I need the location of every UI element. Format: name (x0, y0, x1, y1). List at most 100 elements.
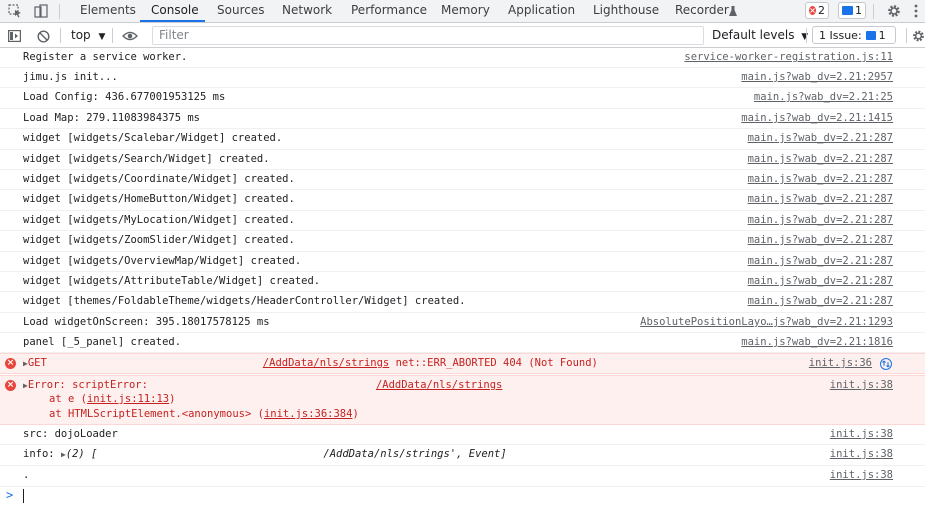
sidebar-toggle-icon[interactable] (6, 25, 22, 47)
source-link[interactable]: main.js?wab_dv=2.21:1816 (741, 336, 893, 348)
console-row: . init.js:38 (0, 466, 925, 487)
console-message: jimu.js init... (23, 71, 118, 83)
source-link[interactable]: AbsolutePositionLayo…js?wab_dv=2.21:1293 (640, 316, 893, 328)
source-link[interactable]: init.js:36 (809, 357, 872, 369)
tab-sources[interactable]: Sources (217, 0, 264, 22)
tab-lighthouse[interactable]: Lighthouse (593, 0, 659, 22)
context-label: top (71, 28, 91, 42)
clear-console-icon[interactable] (34, 25, 52, 47)
toolbar-separator (806, 28, 807, 43)
console-row: Load Map: 279.11083984375 ms main.js?wab_… (0, 109, 925, 129)
console-message: widget [widgets/MyLocation/Widget] creat… (23, 214, 295, 226)
source-link[interactable]: main.js?wab_dv=2.21:287 (748, 295, 893, 307)
console-message: widget [widgets/OverviewMap/Widget] crea… (23, 255, 302, 267)
gear-icon[interactable] (884, 0, 904, 22)
stack-frame-text: at HTMLScriptElement.<anonymous> ( (49, 408, 264, 420)
error-icon: × (809, 6, 816, 15)
error-title: Error: scriptError: (27, 379, 148, 391)
errors-count: 2 (818, 4, 825, 17)
inspect-element-icon[interactable] (6, 0, 24, 22)
device-toolbar-icon[interactable] (32, 0, 50, 22)
issues-button[interactable]: 1 Issue: 1 (812, 26, 896, 44)
source-link[interactable]: main.js?wab_dv=2.21:287 (748, 255, 893, 267)
console-message: Load Config: 436.677001953125 ms (23, 91, 226, 103)
live-expression-eye-icon[interactable] (120, 25, 140, 47)
tab-network[interactable]: Network (282, 0, 332, 22)
console-message[interactable]: ▶GET/AddData/nls/strings net::ERR_ABORTE… (23, 357, 598, 369)
error-icon: × (5, 380, 16, 391)
source-link[interactable]: main.js?wab_dv=2.21:287 (748, 173, 893, 185)
tab-elements[interactable]: Elements (80, 0, 136, 22)
console-message: src: dojoLoader (23, 428, 118, 440)
stack-frame: at e (init.js:11:13) (49, 393, 175, 405)
context-selector[interactable]: top ▼ (71, 27, 105, 44)
console-message: widget [widgets/Scalebar/Widget] created… (23, 132, 283, 144)
tab-application[interactable]: Application (508, 0, 575, 22)
source-link[interactable]: main.js?wab_dv=2.21:287 (748, 193, 893, 205)
log-levels-dropdown[interactable]: Default levels ▼ (712, 27, 808, 44)
console-message: widget [widgets/Search/Widget] created. (23, 153, 270, 165)
error-icon: × (5, 358, 16, 369)
source-link[interactable]: main.js?wab_dv=2.21:287 (748, 214, 893, 226)
stack-frame-link[interactable]: init.js:11:13 (87, 393, 169, 405)
console-row: widget [widgets/Search/Widget] created. m… (0, 150, 925, 170)
error-url[interactable]: /AddData/nls/strings (376, 379, 502, 391)
console-message: widget [widgets/Coordinate/Widget] creat… (23, 173, 295, 185)
tab-console[interactable]: Console (151, 0, 199, 22)
more-options-icon[interactable] (910, 0, 922, 22)
console-row: panel [_5_panel] created. main.js?wab_dv=… (0, 333, 925, 353)
tab-memory[interactable]: Memory (441, 0, 490, 22)
console-message: Register a service worker. (23, 51, 188, 63)
tab-recorder[interactable]: Recorder (675, 0, 729, 22)
console-settings-gear-icon[interactable] (912, 25, 925, 47)
console-row: widget [widgets/Scalebar/Widget] created… (0, 129, 925, 150)
console-input-cursor[interactable] (23, 489, 24, 503)
source-link[interactable]: init.js:38 (830, 428, 893, 440)
console-row: Load Config: 436.677001953125 ms main.js?… (0, 88, 925, 109)
message-prefix: info: (23, 448, 61, 460)
toolbar-separator (60, 28, 61, 43)
message-icon (842, 6, 853, 15)
stack-frame-text: at e ( (49, 393, 87, 405)
source-link[interactable]: main.js?wab_dv=2.21:287 (748, 275, 893, 287)
log-levels-label: Default levels (712, 28, 795, 42)
dropdown-arrow-icon: ▼ (801, 32, 809, 42)
stack-frame: at HTMLScriptElement.<anonymous> (init.j… (49, 408, 359, 420)
flask-icon (728, 0, 738, 22)
stack-frame-link[interactable]: init.js:36:384 (264, 408, 353, 420)
source-link[interactable]: main.js?wab_dv=2.21:1415 (741, 112, 893, 124)
source-link[interactable]: main.js?wab_dv=2.21:25 (754, 91, 893, 103)
source-link[interactable]: main.js?wab_dv=2.21:287 (748, 153, 893, 165)
stack-frame-text: ) (169, 393, 176, 405)
filter-input[interactable]: Filter (152, 26, 704, 45)
toolbar-separator (906, 28, 907, 43)
source-link[interactable]: init.js:38 (830, 448, 893, 460)
console-error-row: × ▶Error: scriptError:/AddData/nls/strin… (0, 375, 925, 425)
source-link[interactable]: main.js?wab_dv=2.21:2957 (741, 71, 893, 83)
source-link[interactable]: init.js:38 (830, 379, 893, 391)
issues-count: 1 (878, 28, 886, 42)
source-link[interactable]: service-worker-registration.js:11 (684, 51, 893, 63)
toolbar-separator (112, 28, 113, 43)
object-preview[interactable]: (2) [ (66, 448, 98, 460)
network-panel-icon[interactable] (880, 358, 892, 370)
active-tab-indicator (140, 20, 205, 22)
source-link[interactable]: init.js:38 (830, 469, 893, 481)
messages-badge[interactable]: 1 (838, 2, 866, 19)
error-title-line[interactable]: ▶Error: scriptError:/AddData/nls/strings (23, 379, 502, 391)
console-toolbar: top ▼ Filter Default levels ▼ 1 Issue: 1 (0, 23, 925, 48)
issues-label: 1 Issue: (819, 28, 862, 42)
source-link[interactable]: main.js?wab_dv=2.21:287 (748, 132, 893, 144)
console-message: widget [widgets/HomeButton/Widget] creat… (23, 193, 295, 205)
console-row: widget [widgets/OverviewMap/Widget] crea… (0, 252, 925, 272)
errors-badge[interactable]: × 2 (805, 2, 829, 19)
console-row: widget [themes/FoldableTheme/widgets/Hea… (0, 292, 925, 313)
request-url[interactable]: /AddData/nls/strings (263, 357, 389, 369)
tab-performance[interactable]: Performance (351, 0, 427, 22)
console-message: widget [widgets/AttributeTable/Widget] c… (23, 275, 321, 287)
source-link[interactable]: main.js?wab_dv=2.21:287 (748, 234, 893, 246)
console-row: widget [widgets/Coordinate/Widget] creat… (0, 170, 925, 190)
console-row: widget [widgets/MyLocation/Widget] creat… (0, 211, 925, 231)
messages-count: 1 (855, 4, 862, 17)
dropdown-arrow-icon: ▼ (98, 32, 106, 42)
